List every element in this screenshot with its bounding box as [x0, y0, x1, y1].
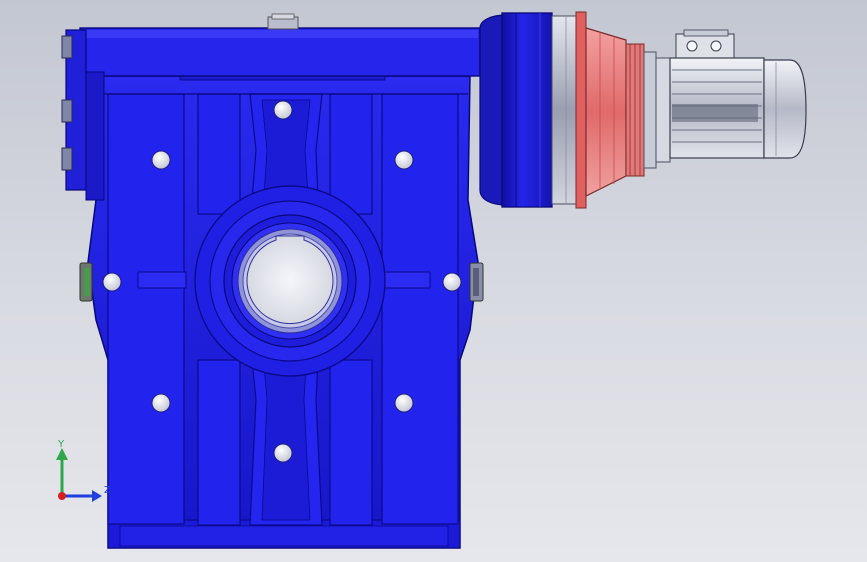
gear-reducer-model[interactable] — [0, 0, 867, 562]
input-flange[interactable] — [479, 12, 553, 208]
adapter-ring[interactable] — [551, 11, 587, 209]
coordinate-triad: Y Z — [40, 436, 120, 516]
z-axis-label: Z — [104, 485, 111, 496]
gearbox-housing[interactable] — [79, 73, 484, 549]
side-nut — [79, 262, 93, 302]
triad-axes — [56, 448, 102, 502]
z-axis-arrow — [92, 490, 102, 502]
side-nut — [469, 262, 484, 302]
y-axis-label: Y — [58, 439, 65, 450]
cad-viewport[interactable]: Y Z — [0, 0, 867, 562]
electric-motor[interactable] — [669, 29, 807, 159]
planetary-adapter[interactable] — [585, 27, 671, 197]
x-axis-origin — [58, 492, 66, 500]
